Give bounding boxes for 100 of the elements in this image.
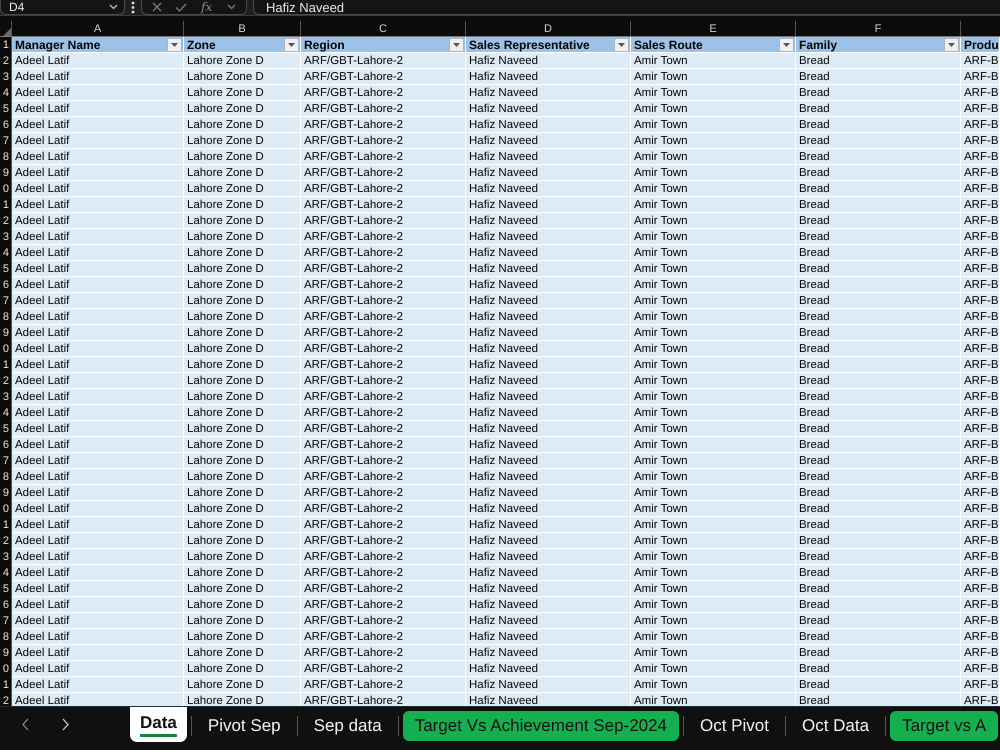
table-cell: Lahore Zone D [184,565,301,581]
row-number[interactable]: 5 [0,101,12,117]
column-letter[interactable]: F [796,21,961,37]
sheet-tab[interactable]: Oct Pivot [688,711,781,741]
row-number[interactable]: 3 [0,389,12,405]
row-number[interactable]: 4 [0,565,12,581]
row-number[interactable]: 2 [0,373,12,389]
formula-field[interactable]: Hafiz Naveed [253,0,1000,15]
row-number[interactable]: 6 [0,277,12,293]
row-number[interactable]: 3 [0,69,12,85]
row-number[interactable]: 7 [0,453,12,469]
table-cell: Lahore Zone D [184,677,301,693]
table-cell: Adeel Latif [12,373,184,389]
table-cell: ARF-B [961,181,1000,197]
table-cell: Adeel Latif [12,309,184,325]
table-cell: ARF/GBT-Lahore-2 [301,293,466,309]
row-number[interactable]: 4 [0,405,12,421]
table-cell: Amir Town [631,629,796,645]
filter-button[interactable] [449,38,464,52]
row-number[interactable]: 9 [0,485,12,501]
row-number[interactable]: 4 [0,245,12,261]
row-number[interactable]: 6 [0,117,12,133]
table-cell: ARF/GBT-Lahore-2 [301,597,466,613]
table-cell: Bread [796,309,961,325]
column-header-label: Region [304,38,345,52]
row-number[interactable]: 2 [0,213,12,229]
confirm-button[interactable] [174,2,187,12]
filter-button[interactable] [614,38,629,52]
row-number[interactable]: 2 [0,693,12,706]
row-number[interactable]: 6 [0,597,12,613]
row-number[interactable]: 5 [0,261,12,277]
filter-button[interactable] [944,38,959,52]
table-cell: Hafiz Naveed [466,85,631,101]
table-cell: Lahore Zone D [184,213,301,229]
filter-caret-icon [948,42,955,46]
row-number[interactable]: 0 [0,661,12,677]
table-cell: ARF/GBT-Lahore-2 [301,565,466,581]
table-cell: Lahore Zone D [184,485,301,501]
row-number[interactable]: 5 [0,421,12,437]
row-number[interactable]: 7 [0,293,12,309]
row-number[interactable]: 8 [0,149,12,165]
table-cell: Adeel Latif [12,53,184,69]
row-number[interactable]: 2 [0,533,12,549]
filter-button[interactable] [284,38,299,52]
column-header-label: Manager Name [15,38,100,52]
column-letter[interactable]: E [631,21,796,37]
table-cell: ARF/GBT-Lahore-2 [301,261,466,277]
row-number[interactable]: 8 [0,469,12,485]
table-cell: Bread [796,229,961,245]
row-number[interactable]: 2 [0,53,12,69]
row-number[interactable]: 6 [0,437,12,453]
column-letter[interactable]: D [466,21,631,37]
row-number[interactable]: 3 [0,229,12,245]
row-number[interactable]: 3 [0,549,12,565]
table-cell: Amir Town [631,501,796,517]
sheet-tab[interactable]: Target vs A [890,711,998,741]
row-number[interactable]: 0 [0,181,12,197]
table-cell: Amir Town [631,309,796,325]
sheet-tab[interactable]: Oct Data [790,711,882,741]
row-number[interactable]: 8 [0,629,12,645]
table-cell: Amir Town [631,69,796,85]
row-number[interactable]: 9 [0,645,12,661]
table-cell: Amir Town [631,149,796,165]
filter-button[interactable] [779,38,794,52]
table-cell: ARF-B [961,533,1000,549]
table-cell: Bread [796,245,961,261]
table-cell: Lahore Zone D [184,293,301,309]
column-letter[interactable]: B [184,21,301,37]
sheet-tab[interactable]: Pivot Sep [196,711,293,741]
row-number[interactable]: 8 [0,309,12,325]
table-cell: Amir Town [631,293,796,309]
table-cell: Amir Town [631,421,796,437]
cancel-button[interactable] [152,2,162,12]
column-letter[interactable]: A [12,21,184,37]
table-cell: Bread [796,133,961,149]
table-cell: Lahore Zone D [184,149,301,165]
column-letter[interactable]: C [301,21,466,37]
row-number[interactable]: 0 [0,341,12,357]
row-number[interactable]: 0 [0,501,12,517]
table-cell: ARF-B [961,693,1000,706]
table-cell: Adeel Latif [12,325,184,341]
row-number[interactable]: 9 [0,325,12,341]
table-cell: Hafiz Naveed [466,469,631,485]
row-number[interactable]: 4 [0,85,12,101]
table-cell: Amir Town [631,533,796,549]
table-cell: Adeel Latif [12,389,184,405]
insert-function-button[interactable]: fx [199,0,214,14]
row-number[interactable]: 7 [0,613,12,629]
row-number[interactable]: 5 [0,581,12,597]
sheet-tab[interactable]: Sep data [302,711,394,741]
table-cell: Hafiz Naveed [466,133,631,149]
more-options-icon[interactable] [131,1,135,14]
table-cell: Lahore Zone D [184,533,301,549]
row-number[interactable]: 9 [0,165,12,181]
row-number[interactable]: 7 [0,133,12,149]
sheet-tab[interactable]: Data [130,707,187,742]
sheet-tab[interactable]: Target Vs Achievement Sep-2024 [402,711,680,741]
table-cell: ARF-B [961,309,1000,325]
filter-button[interactable] [167,38,182,52]
name-box[interactable]: D4 [0,0,125,15]
